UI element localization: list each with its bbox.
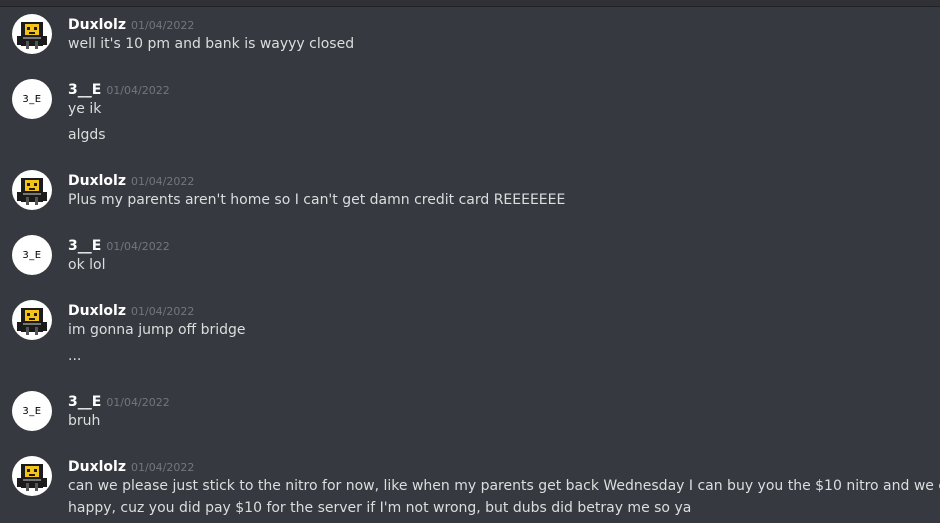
3e-avatar-icon[interactable]: 3_E [12,391,52,431]
username[interactable]: 3__E [68,82,101,98]
3e-avatar-icon[interactable]: 3_E [12,235,52,275]
duxlolz-avatar-icon[interactable] [12,456,52,496]
message-text: algds [68,127,106,143]
message-text: happy, cuz you did pay $10 for the serve… [68,500,692,516]
username[interactable]: Duxlolz [68,303,126,319]
username[interactable]: Duxlolz [68,459,126,475]
avatar-text: 3_E [22,405,42,417]
timestamp: 01/04/2022 [106,84,170,97]
message-text: bruh [68,413,101,429]
message-text: ok lol [68,257,106,273]
message-text: well it's 10 pm and bank is wayyy closed [68,36,355,52]
message-text: im gonna jump off bridge [68,322,246,338]
top-divider [0,0,940,7]
avatar-text: 3_E [22,249,42,261]
username[interactable]: 3__E [68,394,101,410]
duxlolz-avatar-icon[interactable] [12,14,52,54]
timestamp: 01/04/2022 [130,461,195,474]
timestamp: 01/04/2022 [130,175,195,188]
timestamp: 01/04/2022 [106,396,170,409]
timestamp: 01/04/2022 [130,305,195,318]
message-text: Plus my parents aren't home so I can't g… [68,192,566,208]
message-text: can we please just stick to the nitro fo… [68,478,940,494]
timestamp: 01/04/2022 [106,240,170,253]
timestamp: 01/04/2022 [130,19,195,32]
duxlolz-avatar-icon[interactable] [12,170,52,210]
username[interactable]: Duxlolz [68,17,126,33]
username[interactable]: Duxlolz [68,173,126,189]
username[interactable]: 3__E [68,238,101,254]
message-text: ye ik [68,101,102,117]
duxlolz-avatar-icon[interactable] [12,300,52,340]
avatar-text: 3_E [22,93,42,105]
3e-avatar-icon[interactable]: 3_E [12,79,52,119]
message-text: ... [68,348,82,364]
